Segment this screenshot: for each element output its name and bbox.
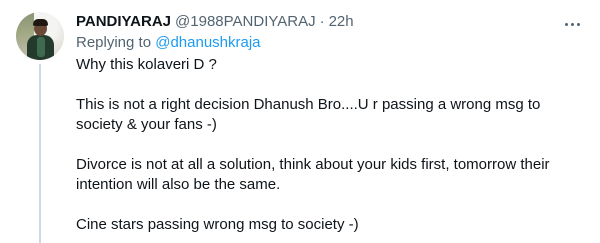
- replying-to-handle-link[interactable]: @dhanushkraja: [155, 34, 260, 51]
- tweet-paragraph: Cine stars passing wrong msg to society …: [76, 216, 359, 233]
- thread-line: [39, 64, 41, 243]
- replying-to: Replying to @dhanushkraja: [76, 33, 584, 53]
- tweet-paragraph: Divorce is not at all a solution, think …: [76, 156, 550, 193]
- tweet-paragraph: This is not a right decision Dhanush Bro…: [76, 96, 541, 133]
- replying-to-label: Replying to: [76, 34, 156, 51]
- display-name[interactable]: PANDIYARAJ: [76, 12, 171, 32]
- separator-dot: ·: [319, 13, 325, 30]
- tweet-timestamp[interactable]: 22h: [329, 12, 354, 32]
- tweet-left-column: [16, 12, 64, 243]
- avatar[interactable]: [16, 12, 64, 60]
- tweet-content: PANDIYARAJ @1988PANDIYARAJ · 22h Replyin…: [76, 12, 584, 243]
- user-handle[interactable]: @1988PANDIYARAJ: [175, 12, 316, 32]
- more-horizontal-icon[interactable]: [562, 14, 582, 34]
- tweet-text: Why this kolaveri D ? This is not a righ…: [76, 55, 586, 235]
- tweet-paragraph: Why this kolaveri D ?: [76, 56, 217, 73]
- tweet-card[interactable]: PANDIYARAJ @1988PANDIYARAJ · 22h Replyin…: [0, 0, 600, 243]
- tweet-header: PANDIYARAJ @1988PANDIYARAJ · 22h: [76, 12, 584, 32]
